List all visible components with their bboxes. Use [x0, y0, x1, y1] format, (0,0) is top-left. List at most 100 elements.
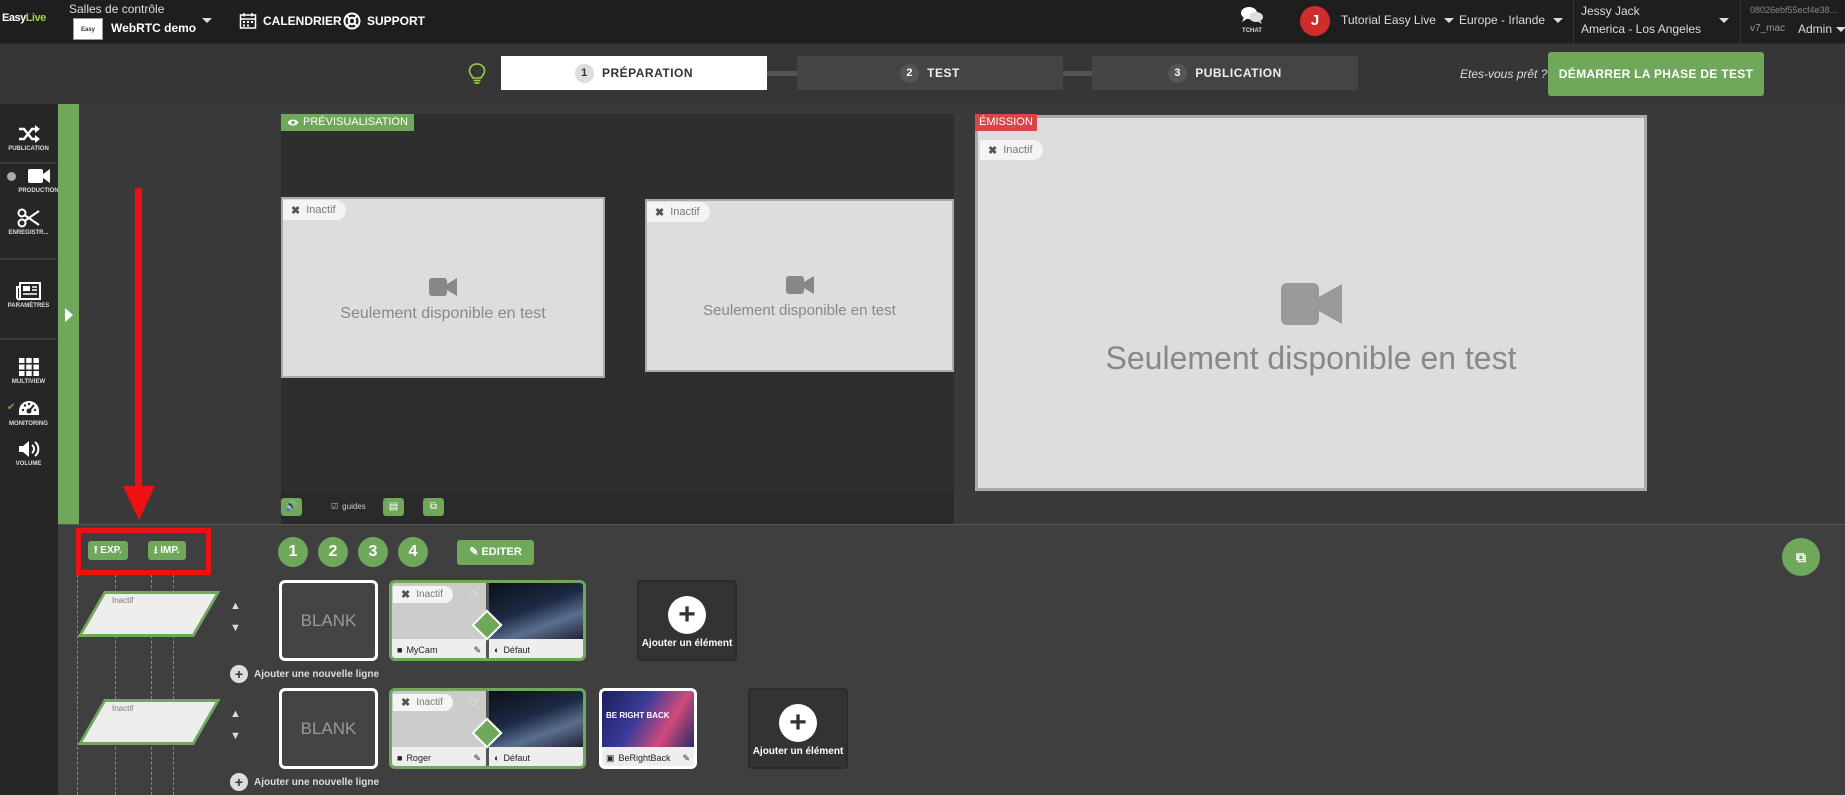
status-text: Inactif [416, 589, 443, 600]
step-number: 3 [1168, 63, 1188, 83]
chevron-down-icon [1443, 17, 1454, 23]
emission-label: ÉMISSION [975, 114, 1037, 131]
eye-icon [287, 119, 299, 126]
move-down-icon[interactable]: ▼ [230, 730, 241, 742]
add-element-button[interactable]: + Ajouter un élément [637, 580, 737, 661]
step-test[interactable]: 2 TEST [797, 56, 1063, 90]
layout-3-button[interactable]: 3 [358, 537, 388, 567]
user-name[interactable]: Jessy Jack [1581, 4, 1640, 18]
move-up-icon[interactable]: ▲ [230, 600, 241, 612]
add-element-label: Ajouter un élément [641, 638, 733, 649]
step-label: PUBLICATION [1195, 66, 1282, 80]
import-button[interactable]: ⭳ IMP. [148, 541, 186, 560]
close-icon: ✖ [401, 697, 411, 709]
refresh-icon[interactable]: ⟳ [469, 587, 479, 601]
region-selector[interactable]: Europe - Irlande [1459, 13, 1564, 27]
version-label: v7_mac [1750, 23, 1786, 34]
pencil-icon[interactable]: ✎ [473, 753, 481, 764]
image-icon: ▣ [606, 752, 615, 763]
preview-label: PRÉVISUALISATION [281, 114, 414, 131]
refresh-icon[interactable]: ⟳ [469, 695, 479, 709]
sidebar-item-publication[interactable]: PUBLICATION [0, 124, 57, 152]
guides-toggle[interactable]: ☑ guides [331, 502, 366, 511]
shield-icon: ◐ [494, 645, 500, 655]
close-icon: ✖ [291, 204, 301, 217]
move-down-icon[interactable]: ▼ [230, 622, 241, 634]
lightbulb-icon[interactable] [468, 63, 486, 85]
add-line-button[interactable]: + Ajouter une nouvelle ligne [230, 773, 379, 791]
room-thumbnail: Easy [73, 18, 103, 40]
room-name[interactable]: WebRTC demo [111, 21, 196, 35]
popout-icon: ⧉ [1796, 549, 1806, 565]
sidebar-item-settings[interactable]: PARAMÈTRES [0, 281, 57, 309]
layout-2-button[interactable]: 2 [318, 537, 348, 567]
pencil-icon: ✎ [469, 546, 479, 558]
blank-scene[interactable]: BLANK [279, 688, 378, 769]
layout-1-button[interactable]: 1 [278, 537, 308, 567]
add-line-button[interactable]: + Ajouter une nouvelle ligne [230, 665, 379, 683]
divider [1573, 0, 1574, 44]
popout-button[interactable]: ⧉ [423, 498, 444, 516]
calendar-link[interactable]: CALENDRIER [239, 12, 342, 30]
chat-button[interactable]: TCHAT [1238, 6, 1266, 34]
layout-button[interactable]: ▤ [383, 498, 404, 516]
plus-circle-icon: + [230, 773, 248, 791]
grid-icon [18, 358, 39, 376]
be-right-back-scene[interactable]: BE RIGHT BACK ▣ BeRightBack ✎ [599, 688, 697, 769]
export-button[interactable]: ⭱ EXP. [88, 541, 128, 560]
user-timezone[interactable]: America - Los Angeles [1581, 22, 1701, 36]
only-in-test-text: Seulement disponible en test [1105, 340, 1517, 376]
sidebar-item-recording[interactable]: ENREGISTR... [0, 208, 57, 236]
video-camera-icon: ■ [397, 645, 403, 655]
move-up-icon[interactable]: ▲ [230, 708, 241, 720]
pencil-icon[interactable]: ✎ [682, 753, 690, 764]
step-label: PRÉPARATION [601, 66, 694, 80]
avatar[interactable]: J [1300, 6, 1330, 36]
chevron-right-icon[interactable] [65, 308, 73, 322]
divider [0, 162, 57, 164]
sidebar-item-volume[interactable]: VOLUME [0, 439, 57, 467]
sidebar-item-multiview[interactable]: MULTIVIEW [0, 357, 57, 385]
user-dropdown-icon[interactable] [1719, 18, 1729, 23]
easylive-logo[interactable]: EasyLive [2, 12, 52, 30]
admin-menu[interactable]: Admin [1798, 22, 1845, 36]
video-camera-icon [429, 278, 457, 296]
sidebar-item-label: MULTIVIEW [11, 379, 46, 385]
calendar-label: CALENDRIER [263, 14, 342, 28]
add-line-label: Ajouter une nouvelle ligne [254, 776, 380, 788]
tile-overlay-footer: ◐ Défaut [489, 747, 583, 766]
sidebar-item-monitoring[interactable]: MONITORING [0, 399, 57, 427]
control-rooms-label: Salles de contrôle [69, 2, 165, 16]
shield-icon: ◐ [494, 753, 500, 763]
chevron-down-icon [1553, 17, 1564, 23]
popout-button[interactable]: ⧉ [1782, 538, 1820, 576]
audio-toggle-button[interactable]: 🔊 [281, 498, 302, 516]
step-connector [1063, 71, 1093, 76]
start-test-phase-button[interactable]: DÉMARRER LA PHASE DE TEST [1548, 52, 1764, 96]
blank-scene[interactable]: BLANK [279, 580, 378, 661]
add-element-button[interactable]: + Ajouter un élément [748, 688, 848, 769]
window-icon: ▤ [388, 501, 399, 512]
account-label: Tutorial Easy Live [1341, 13, 1436, 27]
volume-icon [18, 441, 39, 457]
be-right-back-preview: BE RIGHT BACK [602, 691, 694, 747]
edit-label: EDITER [481, 546, 522, 558]
account-selector[interactable]: Tutorial Easy Live [1341, 13, 1454, 27]
top-bar: EasyLive Salles de contrôle Easy WebRTC … [0, 0, 1845, 44]
step-preparation[interactable]: 1 PRÉPARATION [501, 56, 767, 90]
step-publication[interactable]: 3 PUBLICATION [1092, 56, 1358, 90]
tile-overlay-footer: ◐ Défaut [489, 639, 583, 658]
pencil-icon[interactable]: ✎ [473, 645, 481, 656]
tile-camera-footer: ■ MyCam ✎ [392, 639, 486, 658]
support-label: SUPPORT [367, 14, 426, 28]
layout-4-button[interactable]: 4 [398, 537, 428, 567]
support-link[interactable]: SUPPORT [343, 12, 425, 30]
room-dropdown-icon[interactable] [202, 18, 212, 23]
step-number: 1 [574, 63, 594, 83]
brb-footer: ▣ BeRightBack ✎ [602, 747, 694, 766]
edit-button[interactable]: ✎ EDITER [457, 540, 534, 565]
step-label: TEST [927, 66, 960, 80]
session-id: 08026ebf55ecf4e38... [1750, 5, 1838, 15]
status-text: Inactif [416, 697, 443, 708]
add-element-label: Ajouter un élément [752, 746, 844, 757]
